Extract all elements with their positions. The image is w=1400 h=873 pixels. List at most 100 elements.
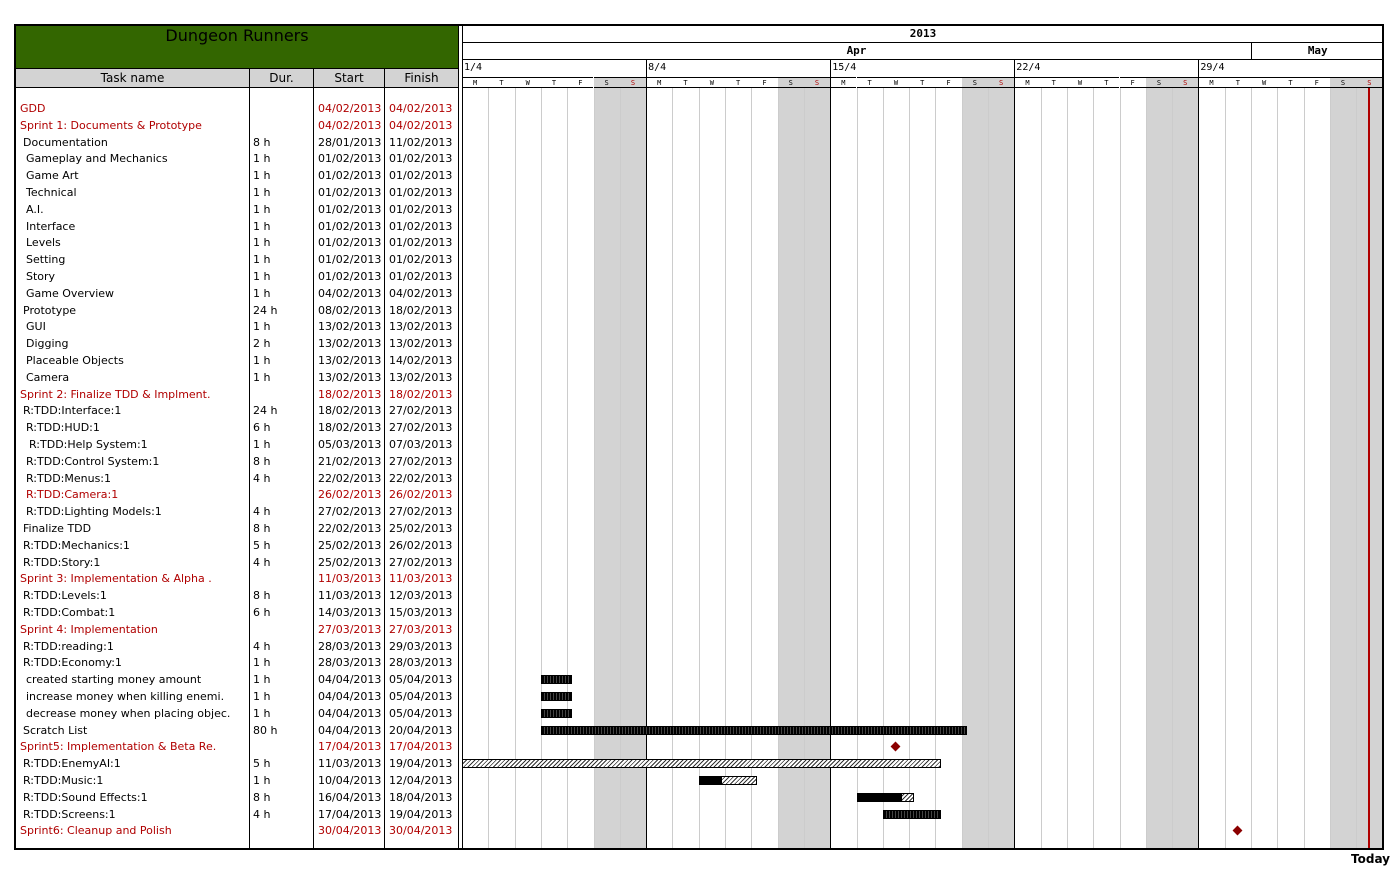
task-row[interactable]: Game Overview 1 h 04/02/2013 04/02/2013 <box>16 285 458 302</box>
task-row[interactable]: Sprint 4: Implementation 27/03/2013 27/03/… <box>16 621 458 638</box>
task-row[interactable]: GUI 1 h 13/02/2013 13/02/2013 <box>16 318 458 335</box>
day-header: S <box>593 77 620 88</box>
task-row[interactable]: Sprint5: Implementation & Beta Re. 17/04/… <box>16 738 458 755</box>
task-duration-cell: 24 h <box>253 404 278 418</box>
task-finish-cell: 18/02/2013 <box>389 387 453 401</box>
task-duration-cell: 4 h <box>253 639 271 653</box>
task-start-cell: 27/02/2013 <box>318 505 382 519</box>
task-row[interactable]: Sprint 3: Implementation & Alpha . 11/03/… <box>16 570 458 587</box>
task-name-cell: Scratch List <box>23 723 88 737</box>
task-row[interactable]: R:TDD:Mechanics:1 5 h 25/02/2013 26/02/2013 <box>16 537 458 554</box>
task-table-header: Task name Dur. Start Finish <box>16 69 458 88</box>
task-row[interactable]: Documentation 8 h 28/01/2013 11/02/2013 <box>16 134 458 151</box>
task-table: Dungeon Runners Task name Dur. Start Fin… <box>16 26 459 848</box>
task-row[interactable]: R:TDD:HUD:1 6 h 18/02/2013 27/02/2013 <box>16 419 458 436</box>
task-row[interactable]: Game Art 1 h 01/02/2013 01/02/2013 <box>16 167 458 184</box>
task-start-cell: 26/02/2013 <box>318 488 382 502</box>
task-row[interactable]: R:TDD:Lighting Models:1 4 h 27/02/2013 27/0… <box>16 503 458 520</box>
task-row[interactable]: R:TDD:Interface:1 24 h 18/02/2013 27/02/201… <box>16 402 458 419</box>
weekend-shade <box>1145 77 1173 848</box>
task-bar[interactable] <box>882 809 941 819</box>
task-row[interactable]: Gameplay and Mechanics 1 h 01/02/2013 01/02… <box>16 150 458 167</box>
task-bar[interactable] <box>462 759 941 769</box>
task-duration-cell: 1 h <box>253 270 271 283</box>
task-finish-cell: 14/02/2013 <box>389 354 453 367</box>
column-header-duration[interactable]: Dur. <box>250 69 314 87</box>
task-name-cell: Story <box>26 270 56 283</box>
task-row[interactable]: R:TDD:Camera:1 26/02/2013 26/02/2013 <box>16 486 458 503</box>
task-row[interactable]: Sprint 1: Documents & Prototype 04/02/201… <box>16 117 458 134</box>
task-name-cell: R:TDD:EnemyAI:1 <box>23 757 121 771</box>
task-duration-cell: 8 h <box>253 790 271 804</box>
task-row[interactable]: R:TDD:Control System:1 8 h 21/02/2013 27/02… <box>16 453 458 470</box>
task-row[interactable]: Placeable Objects 1 h 13/02/2013 14/02/2013 <box>16 352 458 369</box>
task-row[interactable]: Setting 1 h 01/02/2013 01/02/2013 <box>16 251 458 268</box>
task-finish-cell: 05/04/2013 <box>389 690 453 703</box>
task-row[interactable]: Story 1 h 01/02/2013 01/02/2013 <box>16 268 458 285</box>
column-header-task-name[interactable]: Task name <box>16 69 250 87</box>
task-row[interactable]: R:TDD:Story:1 4 h 25/02/2013 27/02/2013 <box>16 554 458 571</box>
task-name-cell: R:TDD:Story:1 <box>23 555 101 569</box>
task-name-cell: R:TDD:Music:1 <box>23 774 104 787</box>
day-gridline <box>1277 88 1279 848</box>
task-row[interactable]: R:TDD:Music:1 1 h 10/04/2013 12/04/2013 <box>16 772 458 789</box>
task-finish-cell: 19/04/2013 <box>389 807 453 821</box>
milestone-marker[interactable] <box>890 741 901 752</box>
task-finish-cell: 12/03/2013 <box>389 589 453 603</box>
task-row[interactable]: R:TDD:Sound Effects:1 8 h 16/04/2013 18/04/… <box>16 789 458 806</box>
task-row[interactable]: R:TDD:EnemyAI:1 5 h 11/03/2013 19/04/2013 <box>16 755 458 772</box>
task-bar[interactable] <box>540 692 573 701</box>
task-row[interactable]: R:TDD:Economy:1 1 h 28/03/2013 28/03/2013 <box>16 654 458 671</box>
task-row[interactable]: Prototype 24 h 08/02/2013 18/02/2013 <box>16 302 458 319</box>
task-finish-cell: 11/03/2013 <box>389 572 453 586</box>
task-row[interactable]: Scratch List 80 h 04/04/2013 20/04/2013 <box>16 722 458 739</box>
task-start-cell: 13/02/2013 <box>318 370 382 384</box>
task-row[interactable]: decrease money when placing objec. 1 h 04/… <box>16 705 458 722</box>
task-start-cell: 01/02/2013 <box>318 219 382 233</box>
task-start-cell: 17/04/2013 <box>318 807 382 821</box>
task-row[interactable]: Levels 1 h 01/02/2013 01/02/2013 <box>16 234 458 251</box>
task-name-cell: R:TDD:Camera:1 <box>26 488 119 502</box>
task-row[interactable]: Technical 1 h 01/02/2013 01/02/2013 <box>16 184 458 201</box>
task-row[interactable]: increase money when killing enemi. 1 h 04/… <box>16 688 458 705</box>
task-start-cell: 30/04/2013 <box>318 824 382 838</box>
task-row[interactable]: R:TDD:Combat:1 6 h 14/03/2013 15/03/2013 <box>16 604 458 621</box>
task-row[interactable]: R:TDD:reading:1 4 h 28/03/2013 29/03/2013 <box>16 638 458 655</box>
task-start-cell: 01/02/2013 <box>318 253 382 267</box>
task-name-cell: R:TDD:Combat:1 <box>23 606 116 619</box>
day-header: T <box>672 77 699 88</box>
day-gridline <box>1040 88 1042 848</box>
task-row[interactable]: Digging 2 h 13/02/2013 13/02/2013 <box>16 335 458 352</box>
task-row[interactable]: GDD 04/02/2013 04/02/2013 <box>16 100 458 117</box>
column-header-start[interactable]: Start <box>314 69 385 87</box>
task-row[interactable]: Sprint6: Cleanup and Polish 30/04/2013 30/… <box>16 822 458 839</box>
task-name-cell: Sprint5: Implementation & Beta Re. <box>20 740 217 754</box>
today-line <box>1368 88 1371 848</box>
task-row[interactable]: A.I. 1 h 01/02/2013 01/02/2013 <box>16 201 458 218</box>
task-finish-cell: 13/02/2013 <box>389 320 453 334</box>
task-row[interactable]: R:TDD:Levels:1 8 h 11/03/2013 12/03/2013 <box>16 587 458 604</box>
task-start-cell: 16/04/2013 <box>318 790 382 804</box>
task-finish-cell: 27/02/2013 <box>389 404 453 418</box>
task-start-cell: 18/02/2013 <box>318 421 382 435</box>
day-header: T <box>1224 77 1251 88</box>
milestone-marker[interactable] <box>1232 825 1243 836</box>
task-row[interactable]: Camera 1 h 13/02/2013 13/02/2013 <box>16 369 458 386</box>
task-row[interactable]: R:TDD:Menus:1 4 h 22/02/2013 22/02/2013 <box>16 470 458 487</box>
day-header: S <box>803 77 831 88</box>
task-bar[interactable] <box>856 792 915 802</box>
task-bar[interactable] <box>540 675 573 685</box>
task-duration-cell: 1 h <box>253 706 271 720</box>
day-header: F <box>751 77 778 88</box>
task-row[interactable]: R:TDD:Help System:1 1 h 05/03/2013 07/03/20… <box>16 436 458 453</box>
task-bar[interactable] <box>540 708 573 718</box>
task-row[interactable]: Sprint 2: Finalize TDD & Implment. 18/02/… <box>16 386 458 403</box>
task-row[interactable]: R:TDD:Screens:1 4 h 17/04/2013 19/04/2013 <box>16 806 458 823</box>
task-row[interactable]: Finalize TDD 8 h 22/02/2013 25/02/2013 <box>16 520 458 537</box>
task-row[interactable]: created starting money amount 1 h 04/04/20… <box>16 671 458 688</box>
column-header-finish[interactable]: Finish <box>385 69 458 87</box>
task-bar[interactable] <box>540 725 967 735</box>
task-name-cell: R:TDD:Screens:1 <box>23 807 116 821</box>
task-row[interactable]: Interface 1 h 01/02/2013 01/02/2013 <box>16 218 458 235</box>
task-bar[interactable] <box>698 776 757 785</box>
